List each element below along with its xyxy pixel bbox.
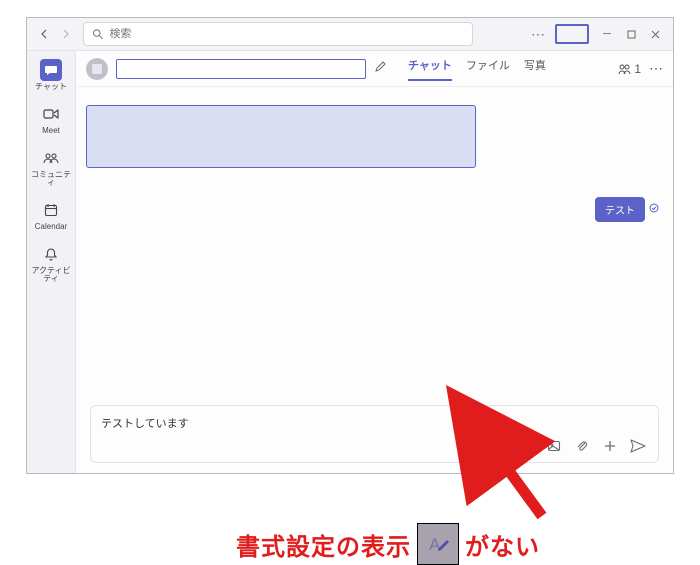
compose-input[interactable] bbox=[101, 417, 648, 429]
read-receipt-icon bbox=[649, 203, 659, 216]
chat-more-button[interactable]: ⋯ bbox=[649, 60, 663, 77]
annotation-arrow bbox=[490, 448, 570, 528]
chat-tabs: チャット ファイル 写真 bbox=[408, 57, 546, 81]
window-maximize-button[interactable] bbox=[619, 23, 643, 45]
paperclip-icon bbox=[575, 439, 589, 453]
titlebar: ⋯ ─ bbox=[27, 18, 673, 51]
message-bubble: テスト bbox=[595, 197, 645, 222]
rail-label: Meet bbox=[42, 127, 60, 135]
chat-name-redacted-box bbox=[116, 59, 366, 79]
participants-count: 1 bbox=[634, 62, 641, 76]
nav-forward-button[interactable] bbox=[55, 23, 77, 45]
rail-label: コミュニティ bbox=[29, 171, 74, 187]
rail-item-chat[interactable]: チャット bbox=[29, 57, 74, 93]
attach-button[interactable] bbox=[574, 438, 590, 454]
plus-icon bbox=[603, 439, 617, 453]
search-box[interactable] bbox=[83, 22, 473, 46]
chat-icon bbox=[40, 59, 62, 81]
chat-main: チャット ファイル 写真 1 ⋯ テスト bbox=[76, 51, 673, 473]
annotation-text-right: がない bbox=[465, 527, 540, 562]
rail-item-community[interactable]: コミュニティ bbox=[29, 145, 74, 189]
tab-chat[interactable]: チャット bbox=[408, 57, 452, 81]
compose-box[interactable] bbox=[90, 405, 659, 463]
teams-window: ⋯ ─ チャット Meet bbox=[26, 17, 674, 474]
bell-icon bbox=[40, 243, 62, 265]
more-actions-button[interactable] bbox=[602, 438, 618, 454]
rail-item-activity[interactable]: アクティビティ bbox=[29, 241, 74, 285]
send-button[interactable] bbox=[630, 438, 646, 454]
incoming-message-redacted bbox=[86, 105, 476, 168]
people-icon bbox=[618, 63, 632, 75]
outgoing-message: テスト bbox=[595, 197, 659, 222]
svg-text:A: A bbox=[429, 535, 441, 554]
titlebar-more-button[interactable]: ⋯ bbox=[527, 26, 549, 43]
window-minimize-button[interactable]: ─ bbox=[595, 23, 619, 45]
left-rail: チャット Meet コミュニティ Calendar bbox=[27, 51, 76, 473]
edit-icon[interactable] bbox=[374, 61, 386, 76]
annotation-callout: 書式設定の表示 A がない bbox=[236, 523, 540, 565]
tab-files[interactable]: ファイル bbox=[466, 57, 510, 81]
annotation-text-left: 書式設定の表示 bbox=[236, 527, 411, 562]
avatar[interactable] bbox=[86, 58, 108, 80]
window-close-button[interactable] bbox=[643, 23, 667, 45]
send-icon bbox=[630, 439, 646, 453]
search-input[interactable] bbox=[109, 28, 464, 40]
tab-photos[interactable]: 写真 bbox=[524, 57, 546, 81]
message-thread[interactable]: テスト bbox=[76, 87, 673, 397]
people-icon bbox=[40, 147, 62, 169]
video-icon bbox=[40, 103, 62, 125]
rail-item-meet[interactable]: Meet bbox=[29, 101, 74, 137]
rail-label: チャット bbox=[35, 83, 67, 91]
search-icon bbox=[92, 28, 103, 40]
rail-label: Calendar bbox=[35, 223, 67, 231]
format-icon-sample: A bbox=[417, 523, 459, 565]
rail-item-calendar[interactable]: Calendar bbox=[29, 197, 74, 233]
nav-back-button[interactable] bbox=[33, 23, 55, 45]
compose-area bbox=[76, 397, 673, 473]
titlebar-highlight-box bbox=[555, 24, 589, 44]
calendar-icon bbox=[40, 199, 62, 221]
chat-header: チャット ファイル 写真 1 ⋯ bbox=[76, 51, 673, 87]
participants-button[interactable]: 1 bbox=[618, 62, 641, 76]
rail-label: アクティビティ bbox=[29, 267, 74, 283]
format-icon: A bbox=[423, 529, 453, 559]
